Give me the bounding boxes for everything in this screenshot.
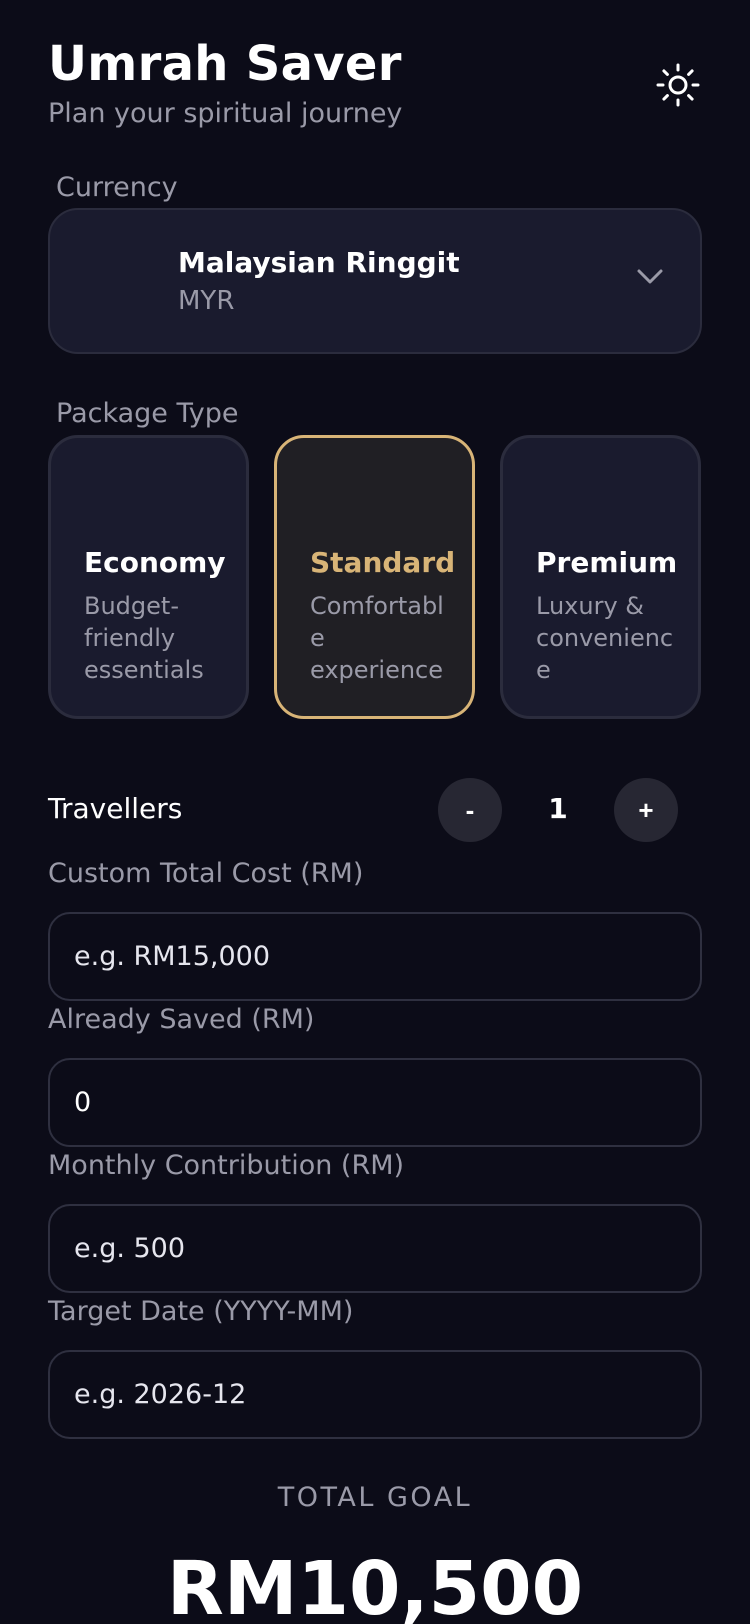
custom-cost-label: Custom Total Cost (RM) [48,858,364,889]
currency-name: Malaysian Ringgit [178,246,460,279]
currency-label: Currency [56,172,178,203]
package-name: Premium [536,546,678,579]
travellers-count: 1 [548,792,568,825]
monthly-contribution-label: Monthly Contribution (RM) [48,1150,405,1181]
increment-travellers-button[interactable]: + [614,778,678,842]
total-goal-value: RM10,500 [166,1546,584,1624]
already-saved-input[interactable] [48,1058,702,1147]
app-subtitle: Plan your spiritual journey [48,98,403,129]
monthly-contribution-input[interactable] [48,1204,702,1293]
sun-icon [656,63,700,107]
target-date-label: Target Date (YYYY-MM) [48,1296,354,1327]
umrah-saver-screen: Umrah Saver Plan your spiritual journey … [0,0,750,1624]
custom-cost-input[interactable] [48,912,702,1001]
chevron-down-icon [637,269,663,284]
travellers-label: Travellers [48,792,183,825]
package-description: Luxury & convenienc e [536,592,674,684]
currency-dropdown[interactable]: Malaysian Ringgit MYR [48,208,702,354]
package-name: Standard [310,546,456,579]
package-card-premium[interactable]: Premium Luxury & convenienc e [500,435,701,719]
app-title: Umrah Saver [48,36,402,92]
package-type-label: Package Type [56,398,239,429]
target-date-input[interactable] [48,1350,702,1439]
currency-code: MYR [178,286,235,316]
theme-toggle-button[interactable] [654,61,702,109]
package-description: Budget- friendly essentials [84,592,204,684]
decrement-travellers-button[interactable]: - [438,778,502,842]
package-card-standard[interactable]: Standard Comfortabl e experience [274,435,475,719]
package-name: Economy [84,546,226,579]
package-description: Comfortabl e experience [310,592,444,684]
package-card-economy[interactable]: Economy Budget- friendly essentials [48,435,249,719]
total-goal-label: TOTAL GOAL [277,1482,473,1513]
already-saved-label: Already Saved (RM) [48,1004,315,1035]
